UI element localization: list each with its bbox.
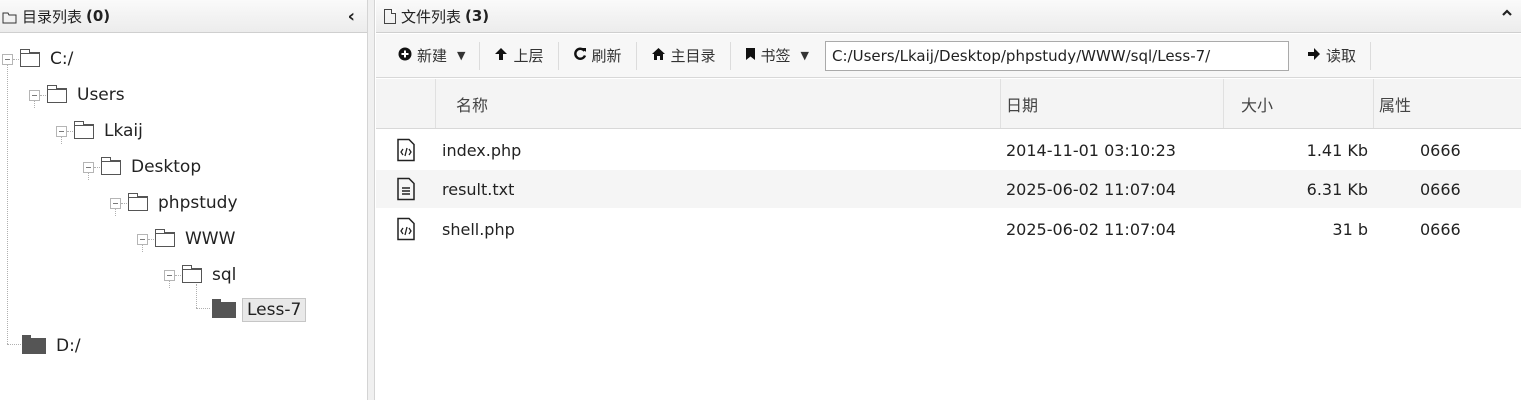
tree-connector — [7, 344, 21, 345]
document-icon — [384, 8, 396, 24]
tree-node-sql[interactable]: sql — [164, 262, 240, 288]
file-size: 1.41 Kb — [1306, 140, 1368, 160]
file-attr: 0666 — [1420, 140, 1461, 160]
collapse-toggle-icon[interactable] — [164, 269, 175, 281]
file-panel-header: 文件列表 (3) — [376, 0, 1521, 33]
read-button[interactable]: 读取 — [1297, 41, 1366, 71]
home-icon — [651, 47, 666, 65]
directory-panel-title: 目录列表 — [22, 7, 83, 26]
file-attr: 0666 — [1420, 179, 1461, 199]
tree-connector — [7, 62, 8, 344]
folder-icon — [74, 120, 94, 139]
toolbar-divider — [479, 41, 481, 70]
file-name: index.php — [442, 140, 522, 160]
folder-icon — [182, 264, 202, 283]
folder-icon — [47, 84, 67, 103]
folder-icon — [212, 299, 236, 318]
file-panel-title: 文件列表 — [401, 7, 462, 26]
code-file-icon — [376, 131, 436, 169]
collapse-toggle-icon[interactable] — [83, 161, 94, 173]
arrow-up-icon — [494, 47, 508, 65]
icon-column-header — [376, 79, 436, 128]
folder-icon — [155, 228, 175, 247]
path-input[interactable] — [825, 40, 1290, 71]
file-table-header: 名称 日期 大小 属性 — [376, 79, 1521, 129]
file-date: 2025-06-02 11:07:04 — [1006, 179, 1176, 199]
folder-icon — [101, 156, 121, 175]
bookmark-button[interactable]: 书签 ▼ — [735, 41, 819, 71]
file-name: shell.php — [442, 219, 515, 239]
file-toolbar: 新建 ▼ 上层 刷新 主目录 书签 ▼ C:/Users/Lkaij/Deskt… — [376, 34, 1521, 78]
file-size: 31 b — [1332, 219, 1368, 239]
file-size: 6.31 Kb — [1306, 179, 1368, 199]
toolbar-divider — [1370, 41, 1372, 70]
tree-node-c-drive[interactable]: C:/ — [2, 46, 77, 72]
collapse-panel-button[interactable]: ‹ — [348, 6, 355, 27]
refresh-button[interactable]: 刷新 — [563, 41, 632, 71]
collapse-toggle-icon[interactable] — [29, 89, 40, 101]
name-column-header[interactable]: 名称 — [436, 79, 1001, 128]
home-button[interactable]: 主目录 — [641, 41, 726, 71]
toolbar-divider — [557, 41, 559, 70]
file-panel: 文件列表 (3) 新建 ▼ 上层 刷新 主目录 书签 ▼ C:/Users/Lk… — [376, 0, 1521, 400]
table-row[interactable]: shell.php 2025-06-02 11:07:04 31 b 0666 — [376, 210, 1521, 248]
up-level-button[interactable]: 上层 — [484, 41, 553, 71]
date-column-header[interactable]: 日期 — [1001, 79, 1224, 128]
file-date: 2025-06-02 11:07:04 — [1006, 219, 1176, 239]
toolbar-divider — [635, 41, 637, 70]
folder-icon — [128, 192, 148, 211]
plus-circle-icon — [398, 47, 412, 65]
file-attr: 0666 — [1420, 219, 1461, 239]
caret-down-icon: ▼ — [800, 49, 810, 62]
size-column-header[interactable]: 大小 — [1224, 79, 1374, 128]
tree-node-d-drive[interactable]: D:/ — [22, 333, 85, 359]
toolbar-divider — [729, 41, 731, 70]
folder-icon — [20, 48, 40, 67]
bookmark-icon — [745, 47, 756, 65]
tree-node-lkaij[interactable]: Lkaij — [56, 118, 147, 144]
collapse-toggle-icon[interactable] — [110, 197, 121, 209]
table-row[interactable]: result.txt 2025-06-02 11:07:04 6.31 Kb 0… — [376, 170, 1521, 208]
chevron-up-icon[interactable] — [1501, 5, 1513, 23]
refresh-icon — [573, 47, 587, 65]
tree-node-less-7[interactable]: Less-7 — [212, 297, 307, 323]
collapse-toggle-icon[interactable] — [56, 125, 67, 137]
folder-icon — [22, 335, 46, 354]
tree-connector — [196, 308, 210, 309]
file-count: (3) — [465, 7, 490, 25]
directory-tree: C:/ Users Lkaij Desktop phpstudy WWW sql… — [0, 34, 367, 400]
panel-splitter[interactable] — [367, 0, 375, 400]
collapse-toggle-icon[interactable] — [137, 233, 148, 245]
tree-node-www[interactable]: WWW — [137, 226, 239, 252]
collapse-toggle-icon[interactable] — [2, 53, 13, 65]
tree-node-desktop[interactable]: Desktop — [83, 154, 205, 180]
caret-down-icon: ▼ — [457, 49, 466, 62]
text-file-icon — [376, 170, 436, 208]
tree-node-users[interactable]: Users — [29, 82, 129, 108]
directory-count: (0) — [86, 7, 111, 25]
code-file-icon — [376, 210, 436, 248]
tree-node-phpstudy[interactable]: phpstudy — [110, 190, 242, 216]
arrow-right-icon — [1307, 47, 1321, 65]
folder-icon — [2, 10, 17, 23]
new-button[interactable]: 新建 ▼ — [388, 41, 475, 71]
file-date: 2014-11-01 03:10:23 — [1006, 140, 1176, 160]
directory-panel: 目录列表 (0) ‹ C:/ Users Lkaij Desktop phpst… — [0, 0, 367, 400]
table-row[interactable]: index.php 2014-11-01 03:10:23 1.41 Kb 06… — [376, 131, 1521, 169]
attr-column-header[interactable]: 属性 — [1374, 79, 1521, 128]
directory-panel-header: 目录列表 (0) ‹ — [0, 0, 367, 33]
file-name: result.txt — [442, 179, 515, 199]
